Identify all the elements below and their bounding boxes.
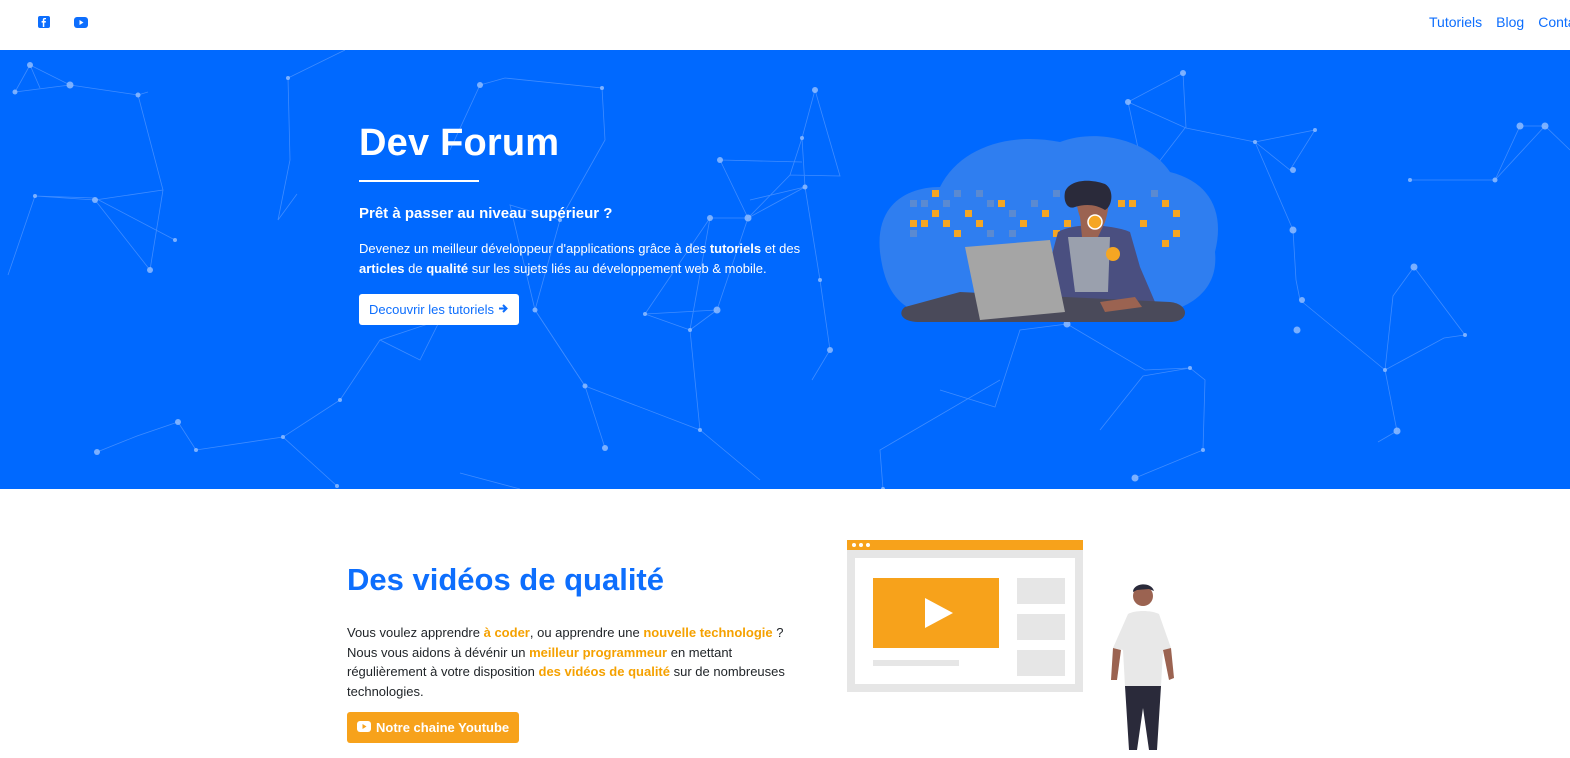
arrow-right-icon [498,302,509,317]
nav-link-contact[interactable]: Contact [1538,14,1570,30]
nav-link-tutoriels[interactable]: Tutoriels [1429,14,1482,30]
hero-subtitle: Prêt à passer au niveau supérieur ? [359,205,613,222]
hero-description: Devenez un meilleur développeur d'applic… [359,241,801,276]
youtube-channel-button[interactable]: Notre chaine Youtube [347,712,520,743]
developer-laptop-illustration [879,136,1218,322]
nav-link-blog[interactable]: Blog [1496,14,1524,30]
discover-tutorials-label: Decouvrir les tutoriels [369,302,494,317]
hero-title: Dev Forum [359,122,560,164]
youtube-channel-label: Notre chaine Youtube [376,720,510,735]
hero-section: Dev Forum Prêt à passer au niveau supéri… [0,50,1570,489]
discover-tutorials-button[interactable]: Decouvrir les tutoriels [359,294,519,325]
title-underline [359,180,479,182]
youtube-icon [357,720,371,735]
top-navbar: Tutoriels Blog Contact [0,0,1570,50]
videos-section-title: Des vidéos de qualité [347,562,664,597]
videos-description: Vous voulez apprendre à coder, ou appren… [347,625,785,699]
youtube-icon[interactable] [74,15,88,29]
video-player-illustration [847,540,1174,750]
main-nav: Tutoriels Blog Contact [1429,14,1570,30]
facebook-icon[interactable] [37,15,51,29]
